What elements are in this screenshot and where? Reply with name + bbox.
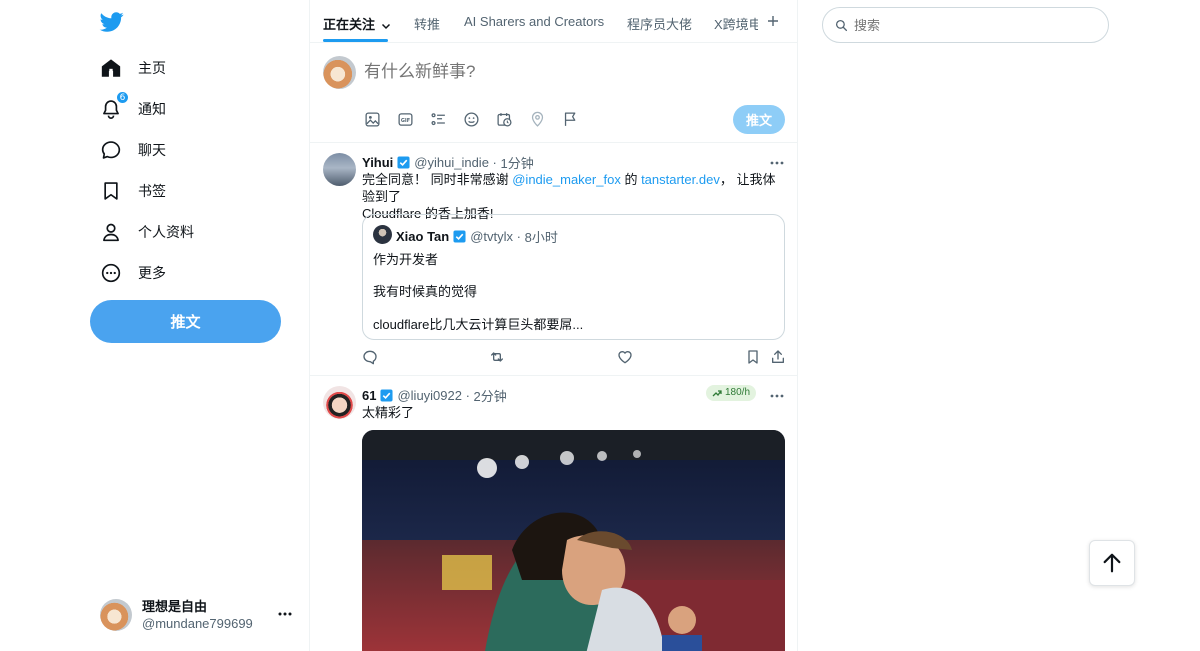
arrow-up-icon xyxy=(1103,553,1121,573)
nav-home[interactable]: 主页 xyxy=(100,48,166,88)
location-icon[interactable] xyxy=(527,109,547,129)
main-timeline: 正在关注 转推 AI Sharers and Creators 程序员大佬 X跨… xyxy=(309,0,798,651)
verified-badge-icon xyxy=(380,389,394,402)
compose-post-button[interactable]: 推文 xyxy=(733,105,785,134)
image-icon[interactable] xyxy=(362,109,382,129)
nav-chat[interactable]: 聊天 xyxy=(100,130,166,170)
quoted-timestamp: 8小时 xyxy=(524,230,558,245)
tweet-text: 太精彩了 xyxy=(362,405,415,420)
tab-ai-sharers[interactable]: AI Sharers and Creators xyxy=(464,14,604,29)
left-sidebar: 主页 6 通知 聊天 书签 个人资料 更多 推文 理想是自由 @mundane7… xyxy=(0,0,309,651)
nav-bookmarks-label: 书签 xyxy=(138,183,166,199)
account-name: 理想是自由 xyxy=(142,599,208,614)
composer-avatar xyxy=(323,56,356,89)
quoted-tweet[interactable]: Xiao Tan @tvtylx · 8小时 作为开发者 我有时候真的觉得 cl… xyxy=(362,214,785,340)
flag-icon[interactable] xyxy=(560,109,580,129)
composer-toolbar: GIF xyxy=(362,109,593,129)
tab-following-label: 正在关注 xyxy=(323,17,376,32)
tab-programmers[interactable]: 程序员大佬 xyxy=(627,14,692,33)
tweet-composer: GIF 推文 xyxy=(310,43,797,143)
bookmark-icon xyxy=(100,180,122,202)
nav-notifications[interactable]: 6 通知 xyxy=(100,89,166,129)
more-circle-icon xyxy=(100,262,122,284)
nav-profile-label: 个人资料 xyxy=(138,224,194,240)
tweet-author-name[interactable]: Yihui xyxy=(362,155,393,170)
tweet-item[interactable]: 61 @liuyi0922 · 2分钟 180/h 太精彩了 xyxy=(310,376,797,651)
tweet-header: 61 @liuyi0922 · 2分钟 xyxy=(362,386,507,405)
quoted-text-line: 作为开发者 xyxy=(373,252,439,267)
nav-bookmarks[interactable]: 书签 xyxy=(100,171,166,211)
account-avatar xyxy=(100,599,132,631)
quoted-text-line: cloudflare比几大云计算巨头都要屌... xyxy=(373,317,584,332)
svg-text:GIF: GIF xyxy=(400,117,409,123)
tweet-url-link[interactable]: tanstarter.dev xyxy=(641,172,720,187)
schedule-icon[interactable] xyxy=(494,109,514,129)
rate-value: 180/h xyxy=(725,387,751,398)
tweet-author-handle[interactable]: @yihui_indie xyxy=(414,155,489,170)
home-icon xyxy=(100,57,122,79)
search-input[interactable] xyxy=(854,17,1084,33)
video-thumbnail xyxy=(362,430,785,651)
quoted-header: Xiao Tan @tvtylx · 8小时 xyxy=(396,229,558,245)
profile-icon xyxy=(100,221,122,243)
tab-x-crossborder[interactable]: X跨境电 xyxy=(714,14,758,33)
quoted-avatar xyxy=(373,225,392,244)
nav-profile[interactable]: 个人资料 xyxy=(100,212,194,252)
account-switcher[interactable]: 理想是自由 @mundane799699 xyxy=(100,595,296,635)
tweet-avatar[interactable] xyxy=(323,386,356,419)
tweet-header: Yihui @yihui_indie · 1分钟 xyxy=(362,153,534,172)
nav-notifications-label: 通知 xyxy=(138,101,166,117)
notification-badge: 6 xyxy=(116,91,129,104)
tweet-timestamp[interactable]: 1分钟 xyxy=(501,153,534,172)
chevron-down-icon xyxy=(381,23,390,29)
compose-input[interactable] xyxy=(364,62,764,82)
account-handle: @mundane799699 xyxy=(142,616,253,631)
add-tab-icon[interactable] xyxy=(767,15,779,27)
twitter-logo-icon[interactable] xyxy=(99,10,125,34)
bookmark-icon[interactable] xyxy=(745,349,761,365)
tweet-author-name[interactable]: 61 xyxy=(362,388,376,403)
trending-icon xyxy=(712,390,722,397)
reply-icon[interactable] xyxy=(362,349,378,365)
timeline-tabs: 正在关注 转推 AI Sharers and Creators 程序员大佬 X跨… xyxy=(310,0,797,43)
tweet-mention-link[interactable]: @indie_maker_fox xyxy=(512,172,621,187)
quoted-author-name: Xiao Tan xyxy=(396,229,450,244)
verified-badge-icon xyxy=(397,156,410,169)
tab-following[interactable]: 正在关注 xyxy=(323,14,391,33)
nav-home-label: 主页 xyxy=(138,60,166,76)
scroll-to-top-button[interactable] xyxy=(1089,540,1135,586)
active-tab-indicator xyxy=(323,39,388,42)
rate-badge: 180/h xyxy=(706,385,757,401)
nav-more[interactable]: 更多 xyxy=(100,253,166,293)
nav-chat-label: 聊天 xyxy=(138,142,166,158)
share-icon[interactable] xyxy=(770,349,786,365)
bell-icon: 6 xyxy=(100,91,129,120)
tweet-avatar[interactable] xyxy=(323,153,356,186)
retweet-icon[interactable] xyxy=(489,349,505,365)
tab-retweets[interactable]: 转推 xyxy=(414,14,440,33)
tweet-author-handle[interactable]: @liuyi0922 xyxy=(397,388,462,403)
tweet-item[interactable]: Yihui @yihui_indie · 1分钟 完全同意！ 同时非常感谢 @i… xyxy=(310,143,797,376)
tweet-video[interactable] xyxy=(362,430,785,651)
post-button[interactable]: 推文 xyxy=(90,300,281,343)
quoted-author-handle: @tvtylx xyxy=(470,229,514,244)
gif-icon[interactable]: GIF xyxy=(395,109,415,129)
tweet-more-icon[interactable] xyxy=(769,388,785,404)
account-more-icon[interactable] xyxy=(277,606,293,622)
tweet-actions xyxy=(362,349,788,365)
poll-icon[interactable] xyxy=(428,109,448,129)
tweet-more-icon[interactable] xyxy=(769,155,785,171)
nav-more-label: 更多 xyxy=(138,265,166,281)
like-icon[interactable] xyxy=(617,349,633,365)
emoji-icon[interactable] xyxy=(461,109,481,129)
quoted-text-line: 我有时候真的觉得 xyxy=(373,284,478,299)
search-bar[interactable] xyxy=(822,7,1109,43)
verified-badge-icon xyxy=(453,230,466,243)
tweet-timestamp[interactable]: 2分钟 xyxy=(474,386,507,405)
search-icon xyxy=(835,19,848,31)
chat-icon xyxy=(100,139,122,161)
